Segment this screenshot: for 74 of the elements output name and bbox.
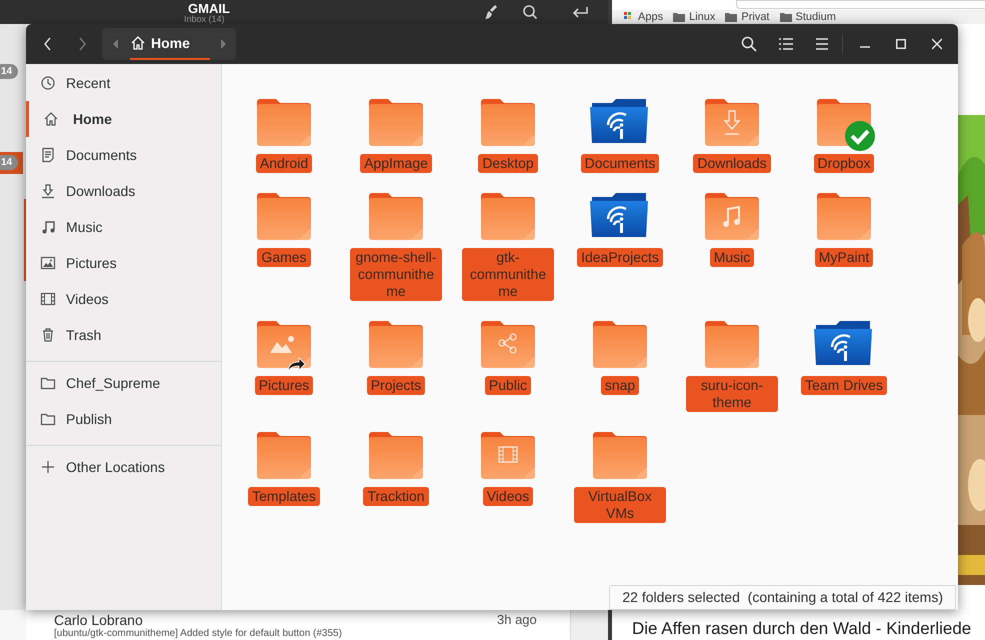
sidebar-item[interactable]: Trash — [26, 317, 221, 353]
scroll-right-icon[interactable] — [219, 39, 227, 49]
folder-icon — [673, 12, 686, 22]
folder-name[interactable]: Music — [710, 248, 754, 267]
folder-name[interactable]: Projects — [366, 376, 426, 395]
bookmark-link[interactable]: Linux — [673, 11, 716, 23]
mail-title: GMAIL — [188, 1, 230, 16]
folder-name[interactable]: Public — [484, 376, 532, 395]
search-icon[interactable] — [522, 4, 538, 20]
folder-name[interactable]: Documents — [580, 154, 660, 173]
folder-name[interactable]: Desktop — [478, 154, 538, 173]
folder-name[interactable]: AppImage — [360, 154, 432, 173]
folder-name[interactable]: Tracktion — [363, 487, 429, 506]
document-icon — [40, 147, 56, 163]
search-icon[interactable] — [741, 36, 757, 52]
menu-icon[interactable] — [814, 36, 830, 52]
bookmark-link[interactable]: Privat — [725, 11, 770, 23]
download-icon — [40, 183, 56, 199]
clock-icon — [40, 75, 56, 91]
unread-badge: 14 — [0, 155, 18, 170]
message-subject: [ubuntu/gtk-communitheme] Added style for default button (#355) — [54, 628, 342, 640]
folder-name[interactable]: Dropbox — [814, 154, 874, 173]
message-sender: Carlo Lobrano — [54, 611, 143, 628]
folder-name[interactable]: Videos — [482, 487, 534, 506]
sidebar-item[interactable]: Music — [26, 209, 221, 245]
folder-name[interactable]: Templates — [248, 487, 320, 506]
video-title[interactable]: Die Affen rasen durch den Wald - Kinderliede — [632, 619, 972, 639]
folder-name[interactable]: Team Drives — [801, 376, 887, 395]
sidebar-item[interactable]: Downloads — [26, 173, 221, 209]
return-icon[interactable] — [571, 6, 589, 20]
apps-grid-icon — [624, 12, 634, 22]
path-button[interactable]: Home — [130, 28, 210, 60]
sidebar-item[interactable]: Pictures — [26, 245, 221, 281]
message-row[interactable]: Carlo Lobrano 3h ago [ubuntu/gtk-communitheme] Added style for default button (#355) — [26, 610, 570, 640]
film-icon — [40, 291, 56, 307]
sidebar-item[interactable]: Chef_Supreme — [26, 365, 221, 401]
folder-icon — [780, 12, 792, 22]
sidebar-item[interactable]: Recent — [26, 65, 221, 101]
folder-icon — [725, 12, 738, 22]
folder-name[interactable]: Pictures — [254, 376, 314, 395]
folder-name[interactable]: snap — [600, 376, 640, 395]
list-view-icon[interactable] — [778, 36, 794, 52]
sidebar-item[interactable]: Documents — [26, 137, 221, 173]
bookmark-link[interactable]: Apps — [624, 11, 664, 23]
address-field[interactable] — [736, 0, 985, 9]
folder-name[interactable]: gnome-shell-communitheme — [350, 248, 442, 301]
home-icon — [130, 35, 146, 51]
scroll-left-icon[interactable] — [112, 39, 120, 49]
home-icon — [43, 111, 59, 127]
maximize-icon[interactable] — [896, 36, 906, 52]
bookmark-link[interactable]: Studium — [780, 11, 836, 23]
music-note-icon — [40, 219, 56, 235]
message-time: 3h ago — [497, 612, 537, 628]
close-icon[interactable] — [932, 36, 942, 52]
trash-icon — [40, 327, 56, 343]
mail-subtitle: Inbox (14) — [184, 14, 225, 24]
folder-name[interactable]: Downloads — [693, 154, 771, 173]
brush-icon[interactable] — [483, 4, 499, 20]
folder-name[interactable]: VirtualBox VMs — [574, 487, 666, 523]
image-icon — [40, 255, 56, 271]
unread-badge: 14 — [0, 64, 18, 79]
sidebar-item[interactable]: Publish — [26, 401, 221, 437]
folder-icon — [40, 375, 56, 391]
folder-icon — [40, 411, 56, 427]
sidebar-item[interactable]: Other Locations — [26, 449, 221, 485]
folder-name[interactable]: gtk-communitheme — [462, 248, 554, 301]
status-bar: 22 folders selected (containing a total of 422 items) — [609, 585, 956, 610]
folder-name[interactable]: suru-icon-theme — [686, 376, 778, 412]
sidebar-item[interactable]: Videos — [26, 281, 221, 317]
folder-name[interactable]: MyPaint — [814, 248, 874, 267]
plus-icon — [40, 459, 56, 475]
folder-name[interactable]: Games — [257, 248, 311, 267]
folder-name[interactable]: Android — [256, 154, 312, 173]
folder-name[interactable]: IdeaProjects — [577, 248, 663, 267]
